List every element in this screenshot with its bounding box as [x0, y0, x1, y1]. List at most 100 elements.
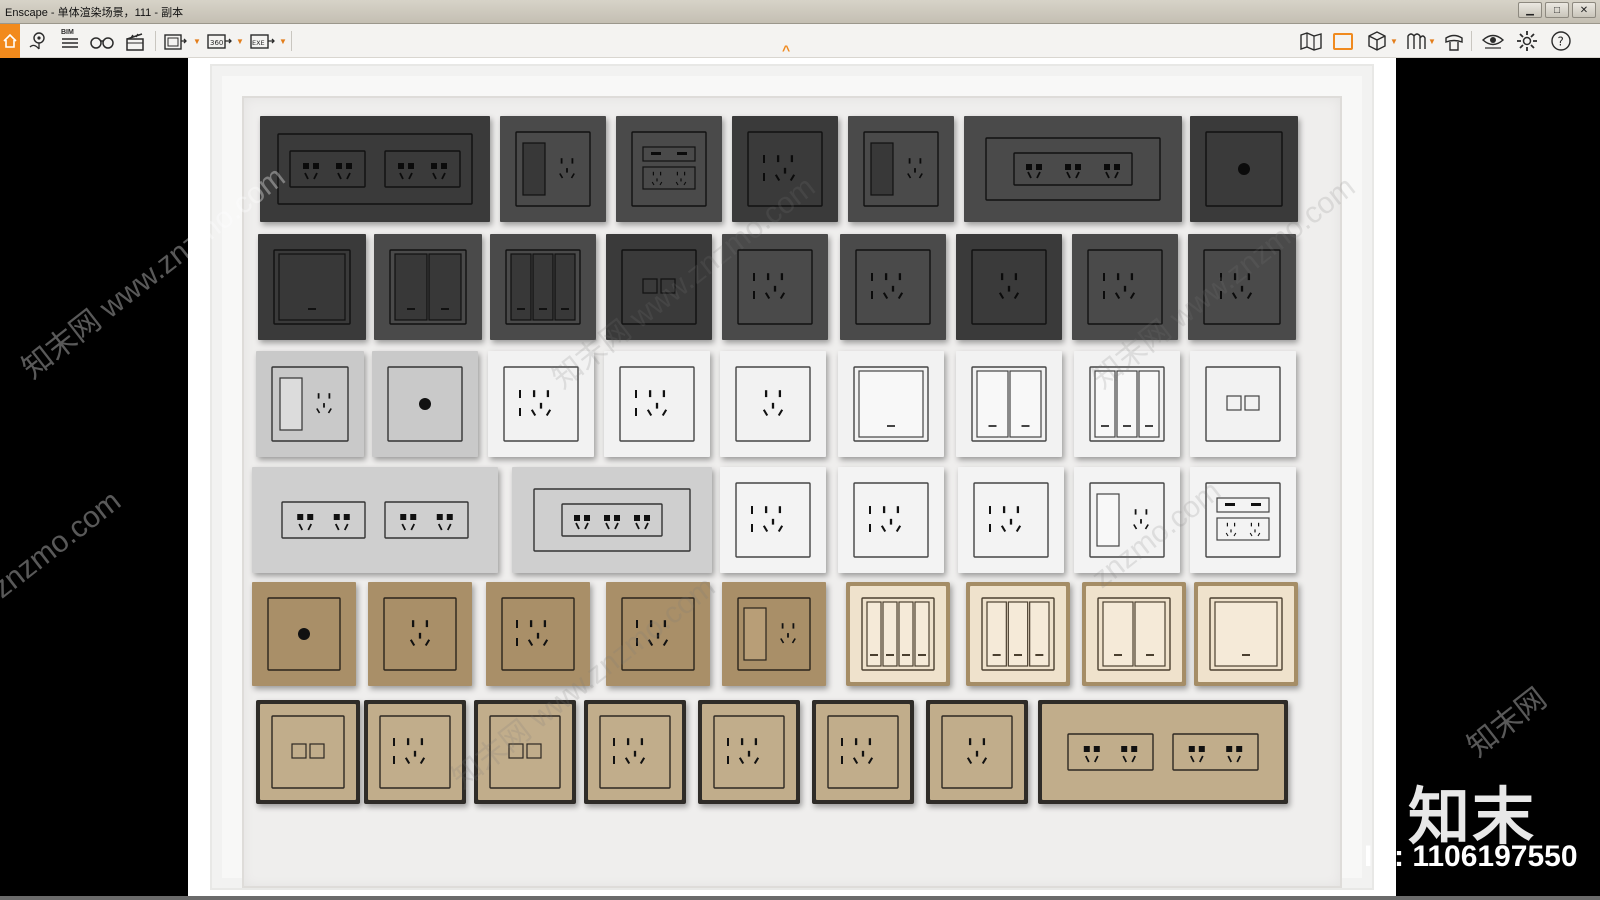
five-pin-socket-panel	[488, 351, 594, 457]
five-pin-socket-panel	[486, 582, 590, 686]
asset-id-label: ID: 1106197550	[1364, 840, 1578, 873]
five-pin-socket-panel	[840, 234, 946, 340]
minimize-button[interactable]: ▁	[1518, 2, 1542, 18]
five-pin-socket-panel	[584, 700, 686, 804]
home-button[interactable]	[0, 24, 20, 58]
window-controls: ▁ □ ✕	[1518, 2, 1596, 18]
location-pin-button[interactable]	[25, 29, 51, 53]
binoculars-icon	[90, 37, 114, 49]
binoculars-button[interactable]	[89, 29, 115, 53]
five-pin-socket-panel	[364, 700, 466, 804]
five-pin-socket-panel	[812, 700, 914, 804]
tv-outlet-panel	[372, 351, 478, 457]
window-title: Enscape - 单体渲染场景，111 - 副本	[5, 6, 184, 19]
three-gang-switch-panel	[1074, 351, 1180, 457]
three-pin-socket-panel	[956, 234, 1062, 340]
one-gang-switch-panel	[838, 351, 944, 457]
help-button[interactable]: ?	[1548, 29, 1574, 53]
asset-library-icon	[1445, 34, 1463, 51]
switch-socket-panel	[256, 351, 364, 457]
one-gang-switch-icon	[273, 249, 351, 325]
chevron-down-icon[interactable]: ▼	[279, 37, 287, 46]
double-socket-panel	[252, 467, 498, 573]
window-title-bar: Enscape - 单体渲染场景，111 - 副本 ▁ □ ✕	[0, 0, 1600, 24]
cube-icon	[1368, 31, 1386, 51]
three-pin-socket-panel	[368, 582, 472, 686]
two-gang-switch-panel	[1082, 582, 1186, 686]
info-panel-button[interactable]	[1330, 29, 1356, 53]
enscape-toolbar: BIM ▼ 360 ▼ EXE ▼ ^ ▼ ▼ ?	[0, 24, 1600, 58]
three-gang-switch-panel	[966, 582, 1070, 686]
display-board	[242, 96, 1342, 888]
panorama-360-icon: 360	[207, 34, 232, 49]
three-gang-switch-icon	[981, 597, 1055, 671]
watermark-text: 知末网	[1461, 682, 1553, 764]
settings-icon	[1517, 31, 1537, 51]
two-gang-switch-panel	[956, 351, 1062, 457]
five-pin-socket-panel	[722, 234, 828, 340]
network-outlet-panel	[1190, 351, 1296, 457]
video-editor-button[interactable]	[122, 29, 148, 53]
two-gang-switch-panel	[374, 234, 482, 340]
chevron-down-icon[interactable]: ▼	[236, 37, 244, 46]
five-pin-socket-panel	[838, 467, 944, 573]
materials-button[interactable]	[1403, 29, 1429, 53]
five-pin-socket-panel	[720, 467, 826, 573]
render-viewport[interactable]: 知末网 www.znzmo.com znzmo.com 知末网 www.znzm…	[0, 58, 1600, 900]
bottom-scrollbar[interactable]	[0, 896, 1600, 900]
location-pin-icon	[29, 32, 45, 50]
five-pin-socket-panel	[1188, 234, 1296, 340]
render-canvas	[188, 58, 1396, 900]
screenshot-export-button[interactable]	[162, 29, 188, 53]
screenshot-export-icon	[164, 34, 187, 50]
switch-socket-panel	[848, 116, 954, 222]
object-view-button[interactable]	[1364, 29, 1390, 53]
chevron-down-icon[interactable]: ▼	[1390, 37, 1398, 46]
switch-socket-panel	[722, 582, 826, 686]
three-pin-socket-panel	[720, 351, 826, 457]
toolbar-separator	[155, 31, 156, 51]
settings-button[interactable]	[1514, 29, 1540, 53]
panorama-button[interactable]: 360	[206, 29, 232, 53]
materials-icon	[1407, 33, 1426, 49]
exe-label: EXE	[252, 39, 265, 47]
five-pin-socket-panel	[604, 351, 710, 457]
chevron-down-icon[interactable]: ▼	[193, 37, 201, 46]
one-gang-switch-icon	[1209, 597, 1283, 671]
five-pin-socket-panel	[732, 116, 838, 222]
chevron-down-icon[interactable]: ▼	[1428, 37, 1436, 46]
close-button[interactable]: ✕	[1572, 2, 1596, 18]
exe-export-icon: EXE	[250, 34, 275, 49]
three-gang-switch-panel	[490, 234, 596, 340]
usb-socket-panel	[616, 116, 722, 222]
three-gang-switch-icon	[1089, 366, 1165, 442]
network-outlet-panel	[606, 234, 712, 340]
help-label: ?	[1558, 35, 1564, 49]
collapse-toolbar-chevron-icon[interactable]: ^	[782, 42, 790, 58]
chart-panel-icon	[1333, 32, 1353, 50]
watermark-text: znzmo.com	[0, 484, 127, 605]
five-pin-socket-panel	[1072, 234, 1178, 340]
map-view-button[interactable]	[1298, 29, 1324, 53]
network-outlet-panel	[474, 700, 576, 804]
bim-label: BIM	[61, 29, 74, 36]
one-gang-switch-panel	[258, 234, 366, 340]
four-gang-switch-panel	[846, 582, 950, 686]
toolbar-separator	[1471, 31, 1472, 51]
triple-socket-panel	[964, 116, 1182, 222]
network-outlet-panel	[256, 700, 360, 804]
tv-outlet-panel	[1190, 116, 1298, 222]
bim-button[interactable]: BIM	[57, 29, 83, 53]
visibility-icon	[1481, 34, 1505, 49]
tv-outlet-panel	[252, 582, 356, 686]
switch-socket-panel	[500, 116, 606, 222]
panorama-label: 360	[210, 39, 223, 47]
exe-export-button[interactable]: EXE	[249, 29, 275, 53]
five-pin-socket-panel	[606, 582, 710, 686]
visibility-button[interactable]	[1480, 29, 1506, 53]
map-icon	[1300, 32, 1322, 51]
five-pin-socket-panel	[698, 700, 800, 804]
maximize-button[interactable]: □	[1545, 2, 1569, 18]
asset-library-button[interactable]	[1441, 29, 1467, 53]
home-icon	[3, 34, 17, 48]
